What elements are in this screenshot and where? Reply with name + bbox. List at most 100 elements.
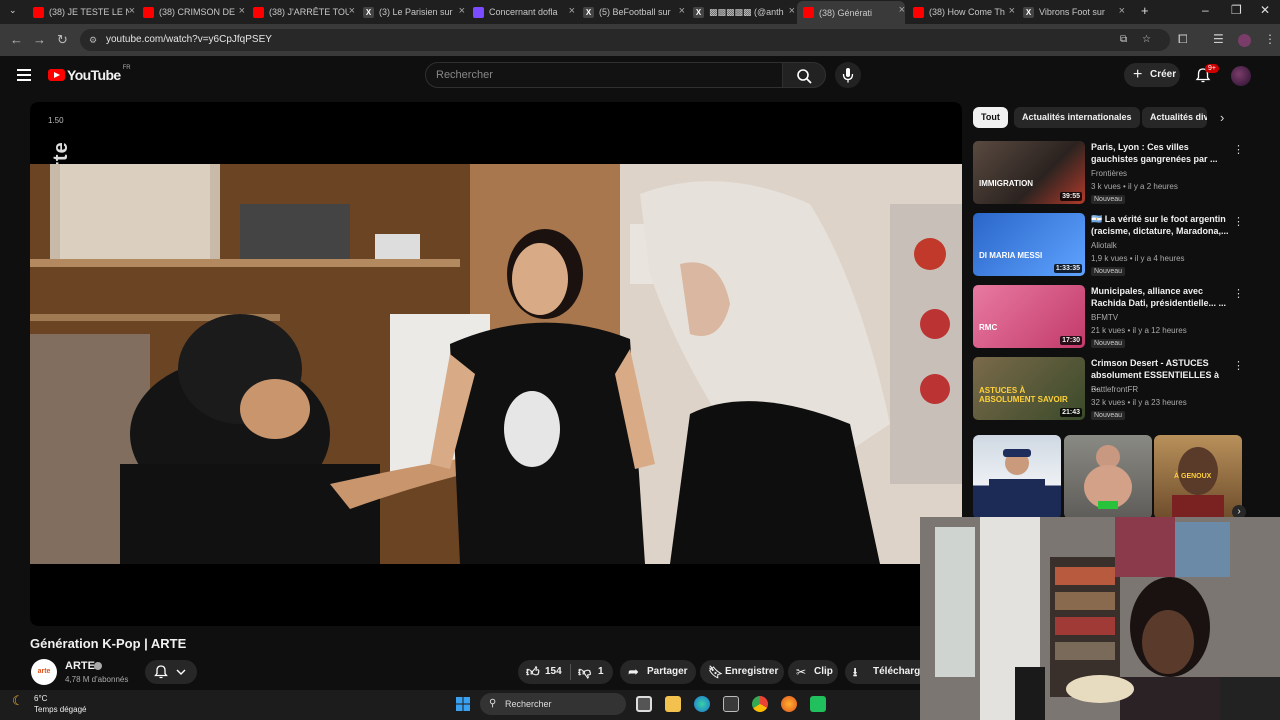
video-thumbnail[interactable]: DI MARIA MESSI 1:33:35: [973, 213, 1085, 276]
short-thumbnail[interactable]: [973, 435, 1061, 519]
channel-name[interactable]: ARTE: [65, 660, 95, 672]
recommended-video[interactable]: RMC 17:30 Municipales, alliance avec Rachi…: [973, 285, 1244, 351]
profile-avatar[interactable]: [1238, 34, 1251, 47]
browser-tab[interactable]: (38) JE TESTE LE N ×: [27, 2, 135, 22]
like-icon[interactable]: 👍︎: [526, 660, 540, 684]
browser-tab[interactable]: Concernant dofla ×: [467, 2, 575, 22]
chrome-icon[interactable]: [752, 696, 768, 712]
app-icon[interactable]: [810, 696, 826, 712]
recommended-title[interactable]: Municipales, alliance avec Rachida Dati,…: [1091, 285, 1229, 309]
recommended-video[interactable]: DI MARIA MESSI 1:33:35 🇦🇷 La vérité sur le…: [973, 213, 1244, 279]
youtube-logo[interactable]: YouTube FR: [48, 65, 131, 83]
browser-tab[interactable]: X ▩▩▩▩▩ (@anth ×: [687, 2, 795, 22]
tab-close-icon[interactable]: ×: [459, 5, 465, 17]
channel-avatar[interactable]: arte: [31, 659, 57, 685]
maximize-button[interactable]: ❐: [1231, 3, 1242, 17]
tab-close-icon[interactable]: ×: [679, 5, 685, 17]
chevron-right-icon[interactable]: ›: [1220, 110, 1224, 125]
taskbar-search[interactable]: ⚲ Rechercher: [480, 693, 626, 715]
chip-all[interactable]: Tout: [973, 107, 1008, 128]
task-view-icon[interactable]: [636, 696, 652, 712]
tab-groups-icon[interactable]: ☰: [1213, 32, 1224, 46]
recommended-title[interactable]: Paris, Lyon : Ces villes gauchistes gang…: [1091, 141, 1229, 165]
video-duration: 21:43: [1060, 408, 1082, 417]
browser-menu-icon[interactable]: ⋮: [1264, 32, 1276, 46]
minimize-button[interactable]: –: [1202, 3, 1209, 17]
more-options-icon[interactable]: ⋮: [1233, 143, 1244, 156]
more-options-icon[interactable]: ⋮: [1233, 287, 1244, 300]
recommended-video[interactable]: ASTUCES À ABSOLUMENT SAVOIR 21:43 Crimson …: [973, 357, 1244, 423]
site-info-icon[interactable]: ⚙: [89, 29, 97, 51]
windows-start-icon[interactable]: [455, 696, 471, 712]
recommended-channel[interactable]: Aliotalk: [1091, 241, 1117, 250]
browser-tab[interactable]: X Vibrons Foot sur ×: [1017, 2, 1125, 22]
video-thumbnail[interactable]: ASTUCES À ABSOLUMENT SAVOIR 21:43: [973, 357, 1085, 420]
subscription-bell-button[interactable]: [145, 660, 197, 684]
download-icon: ⭳: [853, 665, 858, 679]
tab-close-icon[interactable]: ×: [569, 5, 575, 17]
tab-close-icon[interactable]: ×: [239, 5, 245, 17]
weather-description[interactable]: Temps dégagé: [34, 705, 86, 714]
moon-weather-icon[interactable]: ☾: [12, 693, 24, 709]
video-duration: 39:55: [1060, 192, 1082, 201]
chip-misc-news[interactable]: Actualités div: [1142, 107, 1207, 128]
file-explorer-icon[interactable]: [665, 696, 681, 712]
tab-close-icon[interactable]: ×: [1119, 5, 1125, 17]
create-button[interactable]: + Créer: [1124, 63, 1180, 87]
more-options-icon[interactable]: ⋮: [1233, 359, 1244, 372]
browser-tab[interactable]: (38) CRIMSON DE ×: [137, 2, 245, 22]
new-tab-button[interactable]: +: [1141, 3, 1149, 18]
recommended-title[interactable]: 🇦🇷 La vérité sur le foot argentin (racis…: [1091, 213, 1229, 237]
install-app-icon[interactable]: ⧉: [1120, 29, 1127, 51]
search-button[interactable]: [782, 62, 826, 88]
dislike-count[interactable]: 1: [598, 660, 604, 684]
share-arrow-icon: ➦: [628, 664, 639, 679]
video-title: Génération K-Pop | ARTE: [30, 636, 187, 651]
video-player[interactable]: 1.50 arte: [30, 102, 962, 626]
video-thumbnail[interactable]: IMMIGRATION 39:55: [973, 141, 1085, 204]
edge-icon[interactable]: [694, 696, 710, 712]
browser-tab[interactable]: (38) How Come Th ×: [907, 2, 1015, 22]
store-icon[interactable]: [723, 696, 739, 712]
account-avatar[interactable]: [1231, 66, 1251, 86]
tab-title: (38) JE TESTE LE N: [49, 7, 129, 17]
tab-close-icon[interactable]: ×: [349, 5, 355, 17]
address-bar[interactable]: ⚙ youtube.com/watch?v=y6CpJfqPSEY ⧉ ☆: [80, 29, 1170, 51]
short-thumbnail[interactable]: À GENOUX: [1154, 435, 1242, 519]
tab-close-icon[interactable]: ×: [789, 5, 795, 17]
tab-close-icon[interactable]: ×: [129, 5, 135, 17]
recommended-channel[interactable]: Frontières: [1091, 169, 1127, 178]
browser-tab[interactable]: X (3) Le Parisien sur ×: [357, 2, 465, 22]
dislike-icon[interactable]: 👎︎: [578, 660, 591, 684]
short-thumbnail[interactable]: [1064, 435, 1152, 519]
forward-icon[interactable]: →: [33, 32, 46, 47]
reload-icon[interactable]: ↻: [57, 32, 68, 48]
weather-temperature[interactable]: 6°C: [34, 694, 47, 703]
firefox-icon[interactable]: [781, 696, 797, 712]
search-input[interactable]: Rechercher: [425, 62, 783, 88]
more-options-icon[interactable]: ⋮: [1233, 215, 1244, 228]
share-button[interactable]: ➦ Partager: [620, 660, 696, 684]
hamburger-menu-icon[interactable]: [17, 69, 31, 81]
download-button[interactable]: ⭳ Télécharger: [845, 660, 920, 684]
clip-button[interactable]: ✂ Clip: [788, 660, 838, 684]
video-thumbnail[interactable]: RMC 17:30: [973, 285, 1085, 348]
browser-tab[interactable]: X (5) BeFootball sur ×: [577, 2, 685, 22]
save-button[interactable]: 🔖︎ Enregistrer: [700, 660, 784, 684]
back-icon[interactable]: ←: [10, 32, 23, 47]
extensions-icon[interactable]: ⧠: [1178, 32, 1188, 47]
tab-search-icon[interactable]: ⌄: [9, 5, 17, 16]
recommended-channel[interactable]: BattlefrontFR: [1091, 385, 1138, 394]
bookmark-star-icon[interactable]: ☆: [1142, 29, 1151, 51]
recommended-channel[interactable]: BFMTV: [1091, 313, 1118, 322]
browser-tab[interactable]: (38) Générati ×: [797, 1, 905, 24]
like-count[interactable]: 154: [545, 660, 562, 684]
browser-tab[interactable]: (38) J'ARRÊTE TOU ×: [247, 2, 355, 22]
share-label: Partager: [647, 666, 688, 677]
tab-close-icon[interactable]: ×: [899, 4, 905, 16]
chip-international-news[interactable]: Actualités internationales: [1014, 107, 1140, 128]
voice-search-button[interactable]: [835, 62, 861, 88]
close-window-button[interactable]: ✕: [1260, 3, 1270, 17]
tab-close-icon[interactable]: ×: [1009, 5, 1015, 17]
recommended-video[interactable]: IMMIGRATION 39:55 Paris, Lyon : Ces villes…: [973, 141, 1244, 207]
